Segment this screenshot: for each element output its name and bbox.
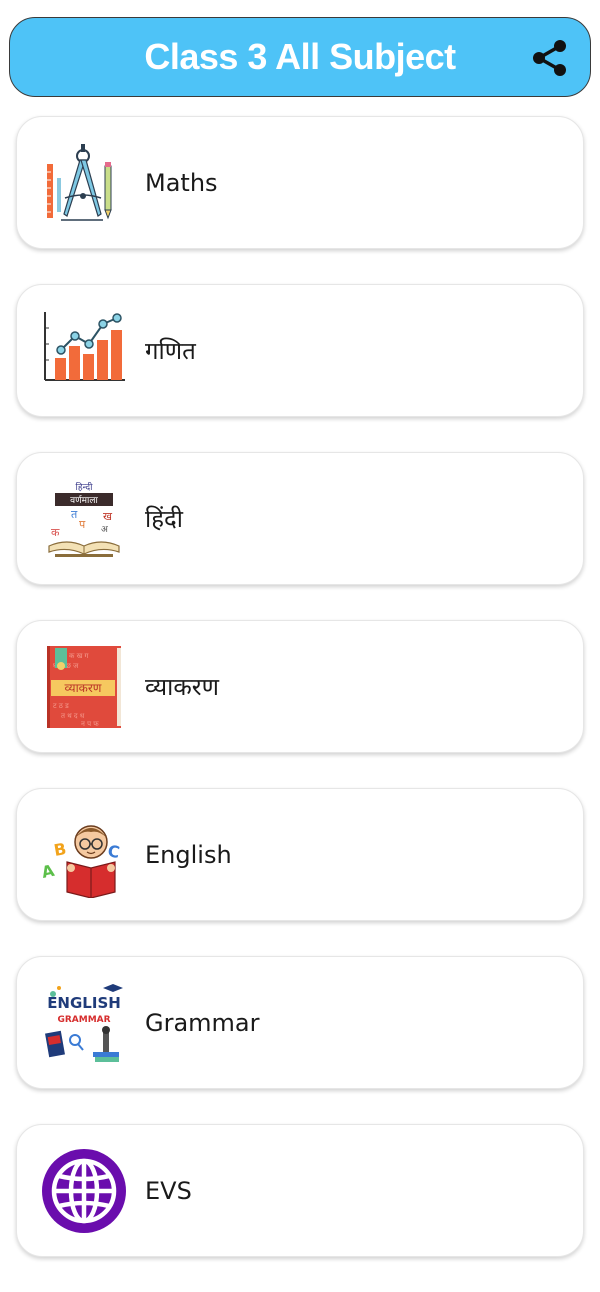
subject-label: व्याकरण	[145, 673, 219, 701]
svg-text:C: C	[106, 841, 121, 862]
subject-card-evs[interactable]: EVS	[16, 1124, 584, 1257]
subject-label: हिंदी	[145, 505, 183, 533]
globe-icon	[41, 1148, 127, 1234]
svg-text:ख: ख	[103, 510, 113, 523]
subject-label: गणित	[145, 337, 196, 365]
subject-card-vyakaran[interactable]: क ख गघ च छ ज ट ठ डत थ द ध न प फ व्याकरण …	[16, 620, 584, 753]
vyakaran-book-icon: क ख गघ च छ ज ट ठ डत थ द ध न प फ व्याकरण	[41, 644, 127, 730]
subject-card-hindi[interactable]: हिन्दी वर्णमाला क प त ख अ हिंदी	[16, 452, 584, 585]
subject-card-english[interactable]: B A C English	[16, 788, 584, 921]
svg-text:व्याकरण: व्याकरण	[65, 681, 102, 695]
share-icon	[533, 40, 566, 76]
english-grammar-illustration-icon: ENGLISH GRAMMAR	[41, 980, 127, 1066]
svg-text:ENGLISH: ENGLISH	[47, 994, 121, 1012]
app-header: Class 3 All Subject	[9, 17, 591, 97]
svg-text:A: A	[41, 860, 57, 881]
abc-reading-kid-icon: B A C	[41, 812, 127, 898]
share-button[interactable]	[528, 36, 572, 80]
drafting-compass-icon	[41, 140, 127, 226]
page-title: Class 3 All Subject	[144, 36, 456, 77]
subject-label: Grammar	[145, 1008, 260, 1037]
subject-card-ganit[interactable]: गणित	[16, 284, 584, 417]
svg-text:क: क	[51, 526, 60, 539]
svg-text:त थ द ध: त थ द ध	[61, 712, 85, 720]
svg-text:क ख ग: क ख ग	[69, 652, 90, 660]
subject-label: English	[145, 840, 232, 869]
svg-text:प: प	[79, 518, 86, 531]
subject-label: EVS	[145, 1176, 192, 1205]
bar-line-chart-icon	[41, 308, 127, 394]
hindi-varnamala-book-icon: हिन्दी वर्णमाला क प त ख अ	[41, 476, 127, 562]
svg-text:GRAMMAR: GRAMMAR	[57, 1015, 110, 1025]
subject-list: Maths गणित हिन्दी वर्णमाला क प त ख अ हिं…	[16, 116, 584, 1292]
svg-text:वर्णमाला: वर्णमाला	[70, 494, 98, 506]
svg-text:त: त	[71, 508, 78, 521]
svg-text:अ: अ	[101, 525, 109, 535]
svg-text:ट ठ ड: ट ठ ड	[53, 702, 69, 710]
svg-text:B: B	[52, 839, 67, 860]
subject-label: Maths	[145, 168, 218, 197]
subject-card-maths[interactable]: Maths	[16, 116, 584, 249]
svg-text:हिन्दी: हिन्दी	[75, 481, 93, 493]
svg-text:न प फ: न प फ	[81, 720, 99, 728]
subject-card-grammar[interactable]: ENGLISH GRAMMAR Grammar	[16, 956, 584, 1089]
